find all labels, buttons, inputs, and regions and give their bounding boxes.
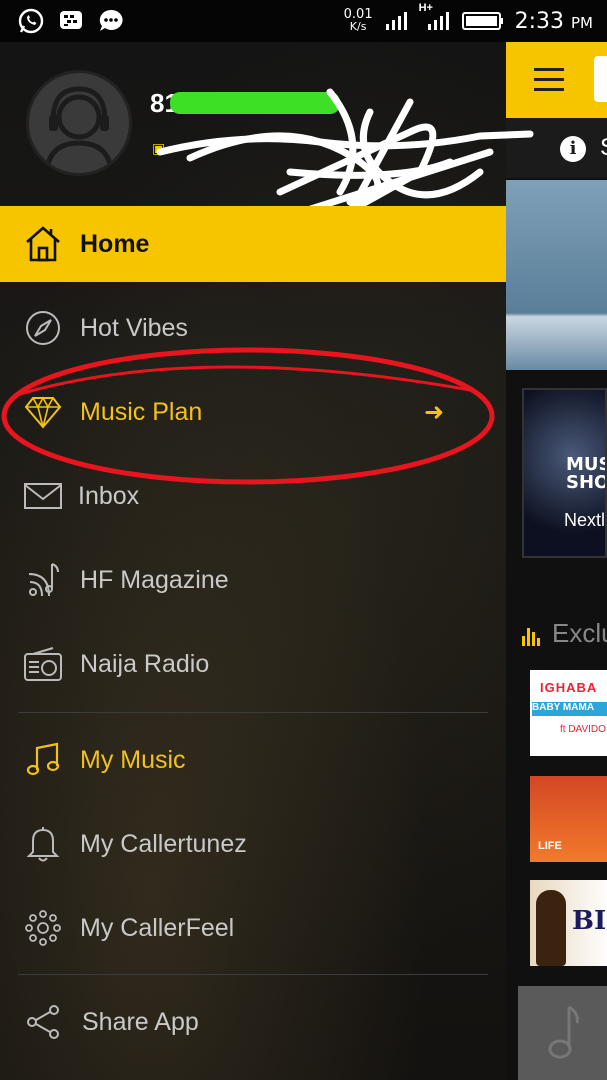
featured-card-title: MUS SHO [566,454,607,493]
exclusive-section-header: Exclu [506,612,607,662]
drawer-item-label: My Music [80,745,186,774]
drawer-item-label: My CallerFeel [80,913,235,942]
chat-icon [98,8,124,34]
bbm-icon [58,8,84,34]
drawer-item-label: Home [80,229,150,258]
mail-icon [22,475,64,517]
profile-header[interactable]: 81 ▣ [0,42,534,226]
drawer-item-hf-magazine[interactable]: HF Magazine [0,542,506,618]
clock-ampm: PM [571,13,593,32]
diamond-icon [22,391,64,433]
song-thumbnail[interactable]: BIG [530,880,607,966]
share-icon [22,1001,64,1043]
divider [18,974,488,975]
clock: 2:33 PM [515,9,593,34]
divider [18,712,488,713]
music-note-icon [548,1005,579,1059]
thumb-band: BABY MAMA [532,702,607,716]
section-title: Exclu [552,618,607,648]
network-type-label: H+ [418,2,433,14]
drawer-item-my-callerfeel[interactable]: My CallerFeel [0,890,506,966]
thumb-title: LIFE [538,840,562,852]
thumb-title: BIG [572,906,607,936]
equalizer-icon [522,626,540,646]
home-icon [22,223,64,265]
drawer-item-label: Inbox [78,481,140,510]
drawer-item-inbox[interactable]: Inbox [0,458,506,534]
drawer-item-my-music[interactable]: My Music [0,722,506,798]
network-speed-unit: K/s [349,20,367,33]
drawer-item-label: Music Plan [80,397,203,426]
whatsapp-icon [18,8,44,34]
headphone-user-icon[interactable] [26,70,132,176]
drawer-item-hot-vibes[interactable]: Hot Vibes [0,290,506,366]
network-speed: 0.01 K/s [344,8,373,33]
drawer-item-share-app[interactable]: Share App [0,984,506,1060]
drawer-item-label: Hot Vibes [80,313,188,342]
artist-photo [536,890,566,966]
sparkle-icon [22,907,64,949]
music-note-icon [22,739,64,781]
drawer-item-my-callertunez[interactable]: My Callertunez [0,806,506,882]
navigation-drawer: 81 ▣ Home Hot Vibes Music Plan ➜ Inbox H… [0,42,534,1080]
music-placeholder[interactable] [518,986,607,1080]
drawer-item-home[interactable]: Home [0,206,506,282]
thumb-title: IGHABA [540,680,598,695]
status-bar: 0.01 K/s H+ 2:33 PM [0,0,607,42]
song-thumbnail[interactable]: LIFE [530,776,607,862]
drawer-item-music-plan[interactable]: Music Plan ➜ [0,374,506,450]
drawer-item-label: My Callertunez [80,829,247,858]
drawer-item-label: HF Magazine [80,565,229,594]
clock-time: 2:33 [514,8,564,34]
battery-icon [461,8,505,34]
signal-hplus-icon: H+ [419,2,451,34]
featured-card[interactable]: MUS SHO Nextl [522,388,607,558]
bell-icon [22,823,64,865]
search-field-stub[interactable] [594,56,607,102]
compass-icon [22,307,64,349]
arrow-right-icon: ➜ [424,398,445,426]
song-thumbnail[interactable]: IGHABA BABY MAMA ft DAVIDO [530,670,607,756]
drawer-item-label: Naija Radio [80,649,210,678]
info-icon: i [560,136,586,162]
drawer-item-naija-radio[interactable]: Naija Radio [0,626,506,702]
featured-card-caption: Nextl [564,510,606,530]
broadcast-icon [22,559,64,601]
drawer-item-label: Share App [82,1007,199,1036]
signal-icon [383,8,409,34]
thumb-artist: ft DAVIDO [560,724,606,735]
radio-icon [22,643,64,685]
info-text: S [600,134,607,162]
